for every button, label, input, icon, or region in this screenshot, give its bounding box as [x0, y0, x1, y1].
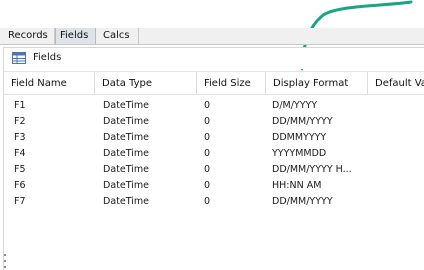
col-header-field-size[interactable]: Field Size	[197, 72, 266, 95]
fields-grid: Field Name Data Type Field Size Display …	[3, 69, 424, 270]
grid-header: Field Name Data Type Field Size Display …	[4, 71, 424, 95]
cell-field-name: F1	[14, 100, 26, 111]
cell-field-size: 0	[204, 196, 211, 207]
tab-calcs[interactable]: Calcs	[96, 28, 139, 44]
tab-fields[interactable]: Fields	[55, 28, 96, 44]
tab-strip: Records Fields Calcs	[0, 28, 424, 45]
cell-display-format: D/M/YYYY	[272, 100, 318, 111]
cell-field-size: 0	[204, 100, 211, 111]
table-row[interactable]: F4 DateTime 0 YYYYMMDD	[4, 146, 424, 161]
table-row[interactable]: F7 DateTime 0 DD/MM/YYYY	[4, 194, 424, 209]
tab-records[interactable]: Records	[2, 28, 55, 44]
cell-field-name: F7	[14, 196, 26, 207]
panel-header: Fields	[3, 47, 424, 69]
col-header-display-format[interactable]: Display Format	[266, 72, 368, 95]
cell-field-size: 0	[204, 116, 211, 127]
cell-field-size: 0	[204, 132, 211, 143]
col-header-default-value[interactable]: Default Val	[368, 72, 424, 95]
panel-title: Fields	[33, 52, 62, 63]
cell-data-type: DateTime	[103, 100, 149, 111]
cell-data-type: DateTime	[103, 164, 149, 175]
table-icon	[12, 52, 26, 64]
cell-display-format: DD/MM/YYYY	[272, 196, 333, 207]
cell-display-format: DD/MM/YYYY	[272, 116, 333, 127]
cell-data-type: DateTime	[103, 132, 149, 143]
col-header-data-type[interactable]: Data Type	[95, 72, 197, 95]
cell-field-size: 0	[204, 164, 211, 175]
col-header-field-name[interactable]: Field Name	[4, 72, 95, 95]
cell-display-format: HH:NN AM	[272, 180, 322, 191]
cell-field-name: F3	[14, 132, 26, 143]
cell-field-size: 0	[204, 180, 211, 191]
cell-data-type: DateTime	[103, 116, 149, 127]
cell-field-size: 0	[204, 148, 211, 159]
table-row[interactable]: F3 DateTime 0 DDMMYYYY	[4, 130, 424, 145]
cell-display-format: DDMMYYYY	[272, 132, 327, 143]
cell-field-name: F6	[14, 180, 26, 191]
splitter-dots[interactable]	[3, 252, 7, 270]
table-row[interactable]: F6 DateTime 0 HH:NN AM	[4, 178, 424, 193]
cell-field-name: F2	[14, 116, 26, 127]
cell-display-format: YYYYMMDD	[272, 148, 327, 159]
cell-field-name: F5	[14, 164, 26, 175]
cell-data-type: DateTime	[103, 180, 149, 191]
cell-data-type: DateTime	[103, 196, 149, 207]
table-row[interactable]: F1 DateTime 0 D/M/YYYY	[4, 98, 424, 113]
table-row[interactable]: F2 DateTime 0 DD/MM/YYYY	[4, 114, 424, 129]
cell-field-name: F4	[14, 148, 26, 159]
cell-display-format: DD/MM/YYYY H...	[272, 164, 352, 175]
table-row[interactable]: F5 DateTime 0 DD/MM/YYYY H...	[4, 162, 424, 177]
fields-window: Records Fields Calcs Fields Field Name D…	[0, 0, 424, 270]
cell-data-type: DateTime	[103, 148, 149, 159]
